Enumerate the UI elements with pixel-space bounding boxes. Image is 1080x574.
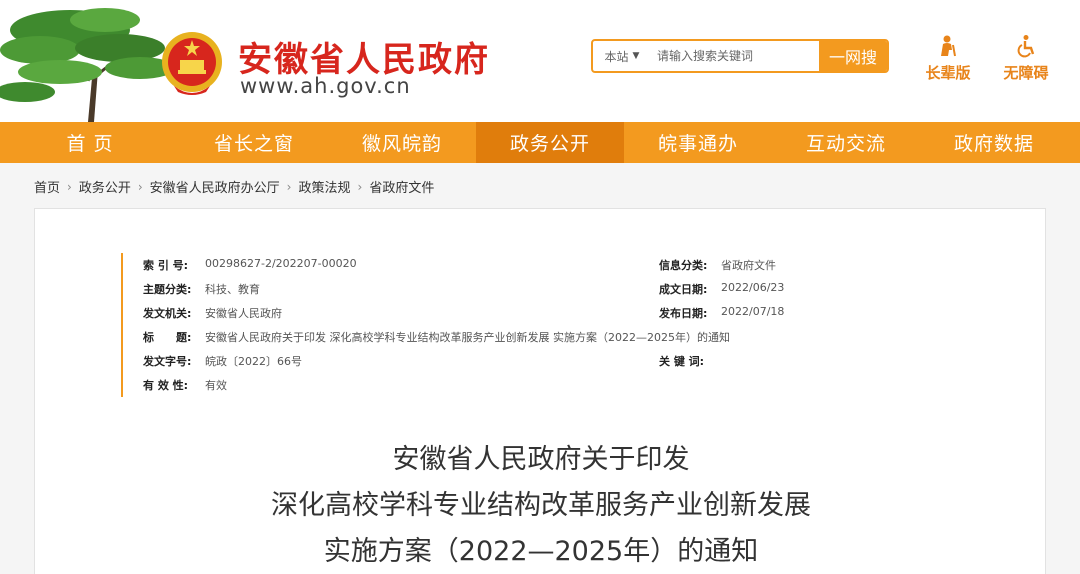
search-scope-select[interactable]: 本站 ▼ [593, 41, 651, 71]
nav-item-gov-affairs[interactable]: 政务公开 [476, 122, 624, 163]
nav-item-home[interactable]: 首 页 [0, 122, 180, 163]
meta-row: 发文字号: 皖政〔2022〕66号 关 键 词: [143, 349, 961, 373]
issuer-label: 发文机关: [143, 307, 192, 320]
category-value: 省政府文件 [721, 259, 776, 272]
validity-label: 有 效 性: [143, 379, 189, 392]
search-button[interactable]: 一网搜 [819, 41, 887, 71]
meta-row: 主题分类: 科技、教育 成文日期: 2022/06/23 [143, 277, 961, 301]
breadcrumb-home[interactable]: 首页 [34, 177, 60, 196]
document-title: 安徽省人民政府关于印发 深化高校学科专业结构改革服务产业创新发展 实施方案（20… [35, 437, 1047, 574]
site-url: www.ah.gov.cn [240, 74, 411, 98]
nav-item-services[interactable]: 皖事通办 [624, 122, 772, 163]
nav-item-governor[interactable]: 省长之窗 [180, 122, 328, 163]
main-nav: 首 页 省长之窗 徽风皖韵 政务公开 皖事通办 互动交流 政府数据 [0, 122, 1080, 163]
meta-row: 索 引 号: 00298627-2/202207-00020 信息分类: 省政府… [143, 253, 961, 277]
meta-row: 发文机关: 安徽省人民政府 发布日期: 2022/07/18 [143, 301, 961, 325]
doc-number-label: 发文字号: [143, 355, 192, 368]
meta-row: 标 题: 安徽省人民政府关于印发 深化高校学科专业结构改革服务产业创新发展 实施… [143, 325, 961, 349]
document-title-line: 安徽省人民政府关于印发 [392, 444, 690, 475]
document-title-line: 实施方案（2022—2025年）的通知 [323, 536, 759, 567]
topic-value: 科技、教育 [205, 283, 260, 296]
chevron-right-icon: › [286, 179, 292, 194]
doc-number-value: 皖政〔2022〕66号 [205, 355, 302, 368]
caret-down-icon: ▼ [632, 51, 640, 61]
meta-row: 有 效 性: 有效 [143, 373, 961, 397]
document-metadata: 索 引 号: 00298627-2/202207-00020 信息分类: 省政府… [121, 253, 961, 397]
breadcrumb: 首页 › 政务公开 › 安徽省人民政府办公厅 › 政策法规 › 省政府文件 [34, 177, 434, 197]
content-panel: 索 引 号: 00298627-2/202207-00020 信息分类: 省政府… [34, 208, 1046, 574]
nav-item-gov-data[interactable]: 政府数据 [920, 122, 1068, 163]
national-emblem-icon [162, 32, 222, 95]
created-date-value: 2022/06/23 [721, 281, 785, 294]
published-date-label: 发布日期: [659, 307, 708, 320]
elder-mode-label: 长辈版 [925, 64, 971, 82]
document-title-line: 深化高校学科专业结构改革服务产业创新发展 [271, 490, 811, 521]
breadcrumb-office[interactable]: 安徽省人民政府办公厅 [150, 177, 280, 196]
title-label: 标 题: [143, 331, 192, 344]
created-date-label: 成文日期: [659, 283, 708, 296]
breadcrumb-documents[interactable]: 省政府文件 [369, 177, 434, 196]
index-label: 索 引 号: [143, 259, 189, 272]
accessibility-label: 无障碍 [1003, 64, 1049, 82]
accessibility-button[interactable]: 无障碍 [996, 34, 1056, 83]
elder-mode-button[interactable]: 长辈版 [918, 34, 978, 83]
category-label: 信息分类: [659, 259, 708, 272]
breadcrumb-gov-affairs[interactable]: 政务公开 [79, 177, 131, 196]
title-value: 安徽省人民政府关于印发 深化高校学科专业结构改革服务产业创新发展 实施方案（20… [205, 331, 730, 344]
chevron-right-icon: › [357, 179, 363, 194]
wheelchair-icon [1017, 35, 1035, 58]
chevron-right-icon: › [67, 179, 72, 194]
topic-label: 主题分类: [143, 283, 192, 296]
search-bar: 本站 ▼ 一网搜 [591, 39, 889, 73]
chevron-right-icon: › [137, 179, 143, 194]
search-input[interactable] [651, 41, 819, 71]
welcoming-pine-logo [0, 8, 175, 122]
keywords-label: 关 键 词: [659, 355, 705, 368]
index-value: 00298627-2/202207-00020 [205, 257, 357, 270]
issuer-value: 安徽省人民政府 [205, 307, 282, 320]
elder-icon [941, 35, 956, 57]
nav-item-interaction[interactable]: 互动交流 [772, 122, 920, 163]
published-date-value: 2022/07/18 [721, 305, 785, 318]
validity-value: 有效 [205, 379, 227, 392]
search-scope-label: 本站 [604, 49, 629, 64]
site-header: 安徽省人民政府 www.ah.gov.cn 本站 ▼ 一网搜 长辈版 无障碍 [0, 0, 1080, 122]
breadcrumb-policy[interactable]: 政策法规 [298, 177, 350, 196]
nav-item-culture[interactable]: 徽风皖韵 [328, 122, 476, 163]
